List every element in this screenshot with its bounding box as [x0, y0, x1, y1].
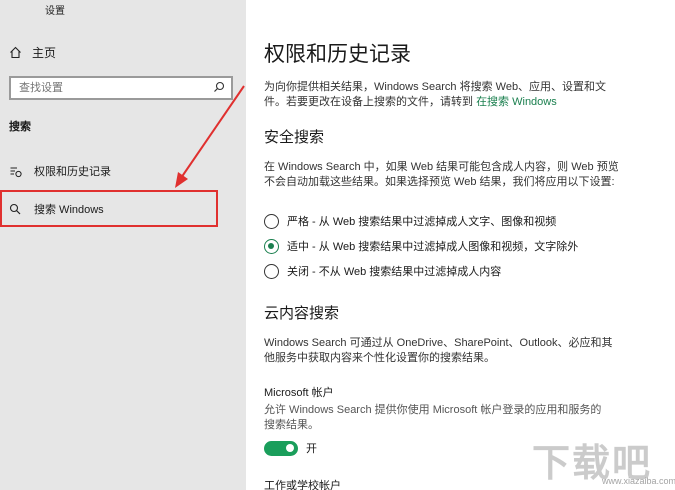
radio-label: 关闭 - 不从 Web 搜索结果中过滤掉成人内容 [287, 266, 502, 278]
microsoft-account-toggle[interactable] [264, 440, 298, 456]
radio-button-selected[interactable] [264, 238, 279, 254]
radio-label: 适中 - 从 Web 搜索结果中过滤掉成人图像和视频，文字除外 [287, 241, 579, 253]
radio-label: 严格 - 从 Web 搜索结果中过滤掉成人文字、图像和视频 [287, 216, 557, 228]
watermark: 下载吧 www.xiazaiba.com [532, 432, 675, 487]
radio-button[interactable] [264, 213, 279, 229]
microsoft-account-label: Microsoft 帐户 [264, 387, 334, 399]
safe-search-heading: 安全搜索 [264, 129, 325, 146]
toggle-state-label: 开 [306, 443, 317, 455]
microsoft-account-description: 允许 Windows Search 提供你使用 Microsoft 帐户登录的应… [264, 404, 602, 431]
search-windows-link[interactable]: 在搜索 Windows [476, 96, 557, 108]
page-description: 为向你提供相关结果，Windows Search 将搜索 Web、应用、设置和文… [264, 80, 614, 110]
safe-search-option-strict[interactable]: 严格 - 从 Web 搜索结果中过滤掉成人文字、图像和视频 [264, 213, 556, 229]
work-school-account-label: 工作或学校帐户 [264, 480, 341, 490]
radio-button[interactable] [264, 263, 279, 279]
safe-search-option-moderate[interactable]: 适中 - 从 Web 搜索结果中过滤掉成人图像和视频，文字除外 [264, 238, 578, 254]
cloud-search-description: Windows Search 可通过从 OneDrive、SharePoint、… [264, 337, 613, 364]
watermark-url: www.xiazaiba.com [602, 476, 675, 486]
microsoft-account-toggle-row[interactable]: 开 [264, 440, 317, 456]
cloud-search-heading: 云内容搜索 [264, 305, 340, 322]
safe-search-description: 在 Windows Search 中，如果 Web 结果可能包含成人内容，则 W… [264, 161, 619, 188]
safe-search-option-off[interactable]: 关闭 - 不从 Web 搜索结果中过滤掉成人内容 [264, 263, 501, 279]
page-title: 权限和历史记录 [264, 43, 411, 66]
